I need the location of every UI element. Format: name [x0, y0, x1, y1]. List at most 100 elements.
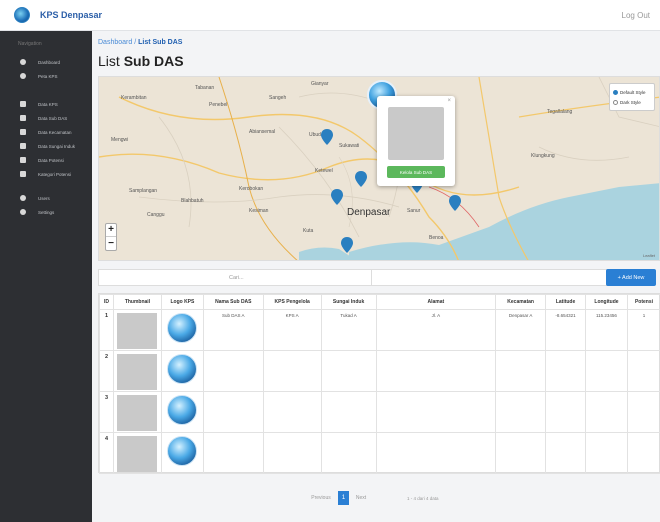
- sidebar-item-data-kps[interactable]: Data KPS: [0, 97, 92, 111]
- table-row[interactable]: 2: [99, 350, 660, 392]
- map-popup: × Kelola Sub DAS: [377, 96, 455, 186]
- cell-longitude: [585, 432, 628, 474]
- search-input[interactable]: Cari...: [98, 269, 608, 286]
- cell-potensi: [626, 350, 660, 392]
- map-label-penebel: Penebel: [209, 102, 228, 108]
- cell-latitude: [545, 432, 587, 474]
- map-pin-icon: [20, 73, 26, 79]
- user-icon: [20, 195, 26, 201]
- list-icon: [20, 143, 26, 149]
- brand[interactable]: KPS Denpasar: [0, 7, 102, 23]
- cell-id: 4: [99, 432, 114, 474]
- layer-control: Default Style Dark Style: [609, 83, 655, 111]
- page-title-main: Sub DAS: [123, 53, 184, 69]
- next-page-button[interactable]: Next: [349, 491, 373, 505]
- sidebar-item-label: Settings: [38, 209, 55, 215]
- page-title-prefix: List: [98, 53, 120, 69]
- previous-page-button[interactable]: Previous: [304, 491, 338, 505]
- page-title: List Sub DAS: [98, 53, 184, 69]
- column-header: Latitude: [545, 294, 587, 310]
- map-label-sanur: Sanur: [407, 208, 421, 214]
- map-label-gianyar: Gianyar: [311, 81, 329, 87]
- kps-logo-icon: [167, 436, 198, 466]
- map-label-canggu: Canggu: [147, 212, 165, 218]
- sidebar-item-settings[interactable]: Settings: [0, 205, 92, 219]
- cell-kecamatan: [495, 391, 547, 433]
- map[interactable]: Gianyar Tabanan Sangeh Kerambitan Penebe…: [98, 76, 660, 261]
- sidebar-item-data-sub-das[interactable]: Data Sub DAS: [0, 111, 92, 125]
- sidebar-item-peta-kps[interactable]: Peta KPS: [0, 69, 92, 83]
- sidebar-item-kategori-potensi[interactable]: Kategori Potensi: [0, 167, 92, 181]
- table-row[interactable]: 4: [99, 432, 660, 474]
- zoom-in-button[interactable]: +: [106, 224, 116, 237]
- add-new-button[interactable]: + Add New: [606, 269, 656, 286]
- map-label-sukawati: Sukawati: [339, 143, 360, 149]
- sidebar-item-data-kecamatan[interactable]: Data Kecamatan: [0, 125, 92, 139]
- zoom-control: + −: [105, 223, 117, 251]
- table-row[interactable]: 1 Sub DAS A KPS A Tukad A Jl. A Denpasar…: [99, 309, 660, 351]
- sidebar-item-label: Data Potensi: [38, 157, 64, 163]
- close-icon[interactable]: ×: [447, 98, 451, 104]
- cell-longitude: [585, 350, 628, 392]
- breadcrumb-current: List Sub DAS: [138, 39, 183, 46]
- column-header: Kecamatan: [495, 294, 547, 310]
- layer-option-dark[interactable]: Dark Style: [613, 97, 651, 107]
- logout-link[interactable]: Log Out: [622, 11, 650, 20]
- cell-id: 3: [99, 391, 114, 433]
- layer-option-default[interactable]: Default Style: [613, 87, 651, 97]
- cell-alamat: Jl. A: [375, 309, 497, 351]
- cell-kps-pengelola: [262, 391, 322, 433]
- cell-thumbnail: [112, 391, 162, 433]
- sidebar-item-dashboard[interactable]: Dashboard: [0, 55, 92, 69]
- sidebar-item-users[interactable]: Users: [0, 191, 92, 205]
- page-number-button[interactable]: 1: [338, 491, 349, 505]
- kps-logo-icon: [167, 313, 198, 343]
- sidebar-item-label: Kategori Potensi: [38, 171, 72, 177]
- breadcrumb-home-link[interactable]: Dashboard: [98, 39, 132, 46]
- cell-sungai-induk: Tukad A: [320, 309, 377, 351]
- sidebar-item-label: Peta KPS: [38, 73, 58, 79]
- map-label-sangeh: Sangeh: [269, 95, 287, 101]
- column-header: Thumbnail: [112, 294, 162, 310]
- sidebar-item-label: Users: [38, 195, 50, 201]
- map-label-klungkung: Klungkung: [531, 153, 555, 159]
- column-header: Sungai Induk: [320, 294, 377, 310]
- sidebar-item-label: Dashboard: [38, 59, 61, 65]
- column-header: Potensi: [626, 294, 660, 310]
- cell-sungai-induk: [320, 432, 377, 474]
- column-header: Nama Sub DAS: [202, 294, 264, 310]
- layer-option-label: Dark Style: [620, 99, 641, 105]
- map-label-benoa: Benoa: [429, 235, 444, 241]
- cell-kecamatan: [495, 350, 547, 392]
- list-icon: [20, 157, 26, 163]
- sidebar-item-data-potensi[interactable]: Data Potensi: [0, 153, 92, 167]
- thumbnail-image: [117, 354, 158, 390]
- map-attribution[interactable]: Leaflet: [643, 253, 655, 258]
- sidebar-item-data-sungai-induk[interactable]: Data Sungai Induk: [0, 139, 92, 153]
- map-label-blahbatuh: Blahbatuh: [181, 198, 204, 204]
- cell-sungai-induk: [320, 391, 377, 433]
- map-label-kuta: Kuta: [303, 228, 314, 234]
- cell-alamat: [375, 350, 497, 392]
- cell-latitude: [545, 350, 587, 392]
- cell-potensi: [626, 432, 660, 474]
- cell-logo: [160, 309, 204, 351]
- home-icon: [20, 59, 26, 65]
- cell-thumbnail: [112, 309, 162, 351]
- map-label-ketewel: Ketewel: [315, 168, 333, 174]
- breadcrumb-separator: /: [134, 39, 137, 46]
- thumbnail-image: [117, 395, 158, 431]
- cell-alamat: [375, 391, 497, 433]
- kelola-sub-das-button[interactable]: Kelola Sub DAS: [387, 166, 445, 178]
- cell-longitude: [585, 391, 628, 433]
- sidebar-section-title: Navigation: [18, 41, 42, 47]
- map-label-kerambitan: Kerambitan: [121, 95, 147, 101]
- list-icon: [20, 115, 26, 121]
- radio-icon: [613, 89, 618, 95]
- sidebar: Navigation Dashboard Peta KPS Data KPS D…: [0, 31, 92, 522]
- brand-name: KPS Denpasar: [40, 10, 103, 20]
- cell-logo: [160, 350, 204, 392]
- cell-logo: [160, 432, 204, 474]
- zoom-out-button[interactable]: −: [106, 237, 116, 250]
- table-row[interactable]: 3: [99, 391, 660, 433]
